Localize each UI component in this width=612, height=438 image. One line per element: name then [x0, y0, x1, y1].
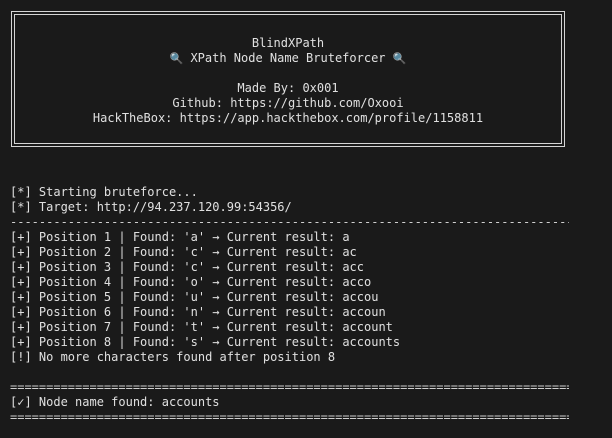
- log-position: [+] Position 2 | Found: 'c' → Current re…: [10, 245, 357, 259]
- banner-subtitle: XPath Node Name Bruteforcer: [190, 51, 386, 65]
- terminal-window[interactable]: BlindXPath 🔍 XPath Node Name Bruteforcer…: [0, 0, 612, 438]
- log-position: [+] Position 4 | Found: 'o' → Current re…: [10, 275, 372, 289]
- equal-divider-bottom: ========================================…: [10, 410, 569, 424]
- magnifier-icon: 🔍: [169, 52, 184, 65]
- dash-divider: ----------------------------------------…: [10, 215, 569, 229]
- banner-htb: HackTheBox: https://app.hackthebox.com/p…: [92, 111, 484, 125]
- log-position: [+] Position 5 | Found: 'u' → Current re…: [10, 290, 379, 304]
- log-position: [+] Position 8 | Found: 's' → Current re…: [10, 335, 401, 349]
- log-position: [+] Position 6 | Found: 'n' → Current re…: [10, 305, 386, 319]
- banner-title: BlindXPath: [251, 36, 325, 50]
- log-target: [*] Target: http://94.237.120.99:54356/: [10, 200, 292, 214]
- log-position: [+] Position 1 | Found: 'a' → Current re…: [10, 230, 350, 244]
- log-position: [+] Position 3 | Found: 'c' → Current re…: [10, 260, 365, 274]
- log-result: [✓] Node name found: accounts: [10, 395, 220, 409]
- banner-subtitle-row: 🔍 XPath Node Name Bruteforcer 🔍: [12, 51, 564, 66]
- log-position: [+] Position 7 | Found: 't' → Current re…: [10, 320, 393, 334]
- equal-divider-top: ========================================…: [10, 380, 569, 394]
- banner-made-by: Made By: 0x001: [237, 81, 339, 95]
- banner-github: Github: https://github.com/Oxooi: [172, 96, 404, 110]
- banner-box: BlindXPath 🔍 XPath Node Name Bruteforcer…: [11, 11, 565, 147]
- log-start: [*] Starting bruteforce...: [10, 185, 198, 199]
- log-no-more: [!] No more characters found after posit…: [10, 350, 336, 364]
- magnifier-icon: 🔍: [392, 52, 407, 65]
